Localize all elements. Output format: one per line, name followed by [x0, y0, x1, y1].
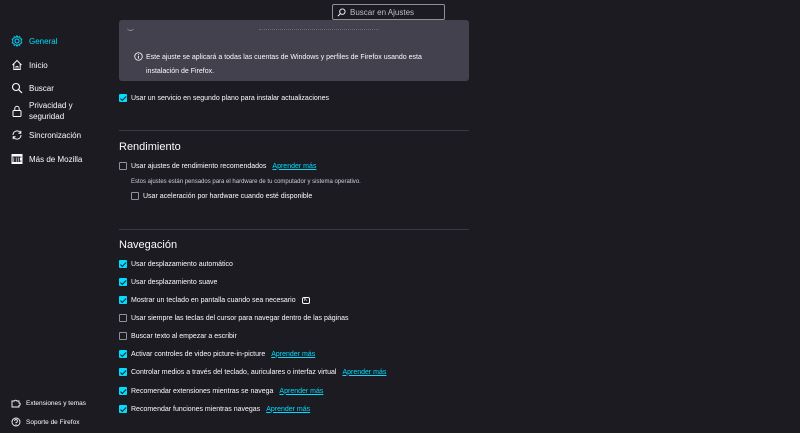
option-label: Buscar texto al empezar a escribir	[131, 332, 237, 340]
checkbox[interactable]	[119, 296, 127, 304]
sidebar-item-inicio[interactable]: Inicio	[11, 59, 48, 71]
sidebar-item-label: Más de Mozilla	[29, 154, 83, 164]
sidebar-item-label: Sincronización	[29, 130, 82, 140]
search-box[interactable]	[332, 4, 445, 20]
search-icon	[337, 7, 346, 16]
footer-label: Extensiones y temas	[26, 399, 86, 407]
option-label: Usar desplazamiento suave	[131, 278, 218, 286]
hw-accel-option[interactable]: Usar aceleración por hardware cuando est…	[131, 192, 312, 200]
divider	[119, 130, 469, 131]
checkbox[interactable]	[119, 368, 127, 376]
section-title-rendimiento: Rendimiento	[119, 141, 181, 153]
option-text-partial	[259, 26, 379, 30]
checkbox[interactable]	[119, 350, 127, 358]
info-icon	[134, 52, 143, 61]
puzzle-icon	[11, 399, 21, 408]
help-icon	[11, 417, 21, 427]
nav-option[interactable]: Usar desplazamiento automático	[119, 260, 233, 268]
keyboard-icon: K	[301, 296, 310, 304]
sidebar-item-label: Privacidad y seguridad	[29, 100, 73, 122]
recommended-performance-option[interactable]: Usar ajustes de rendimiento recomendados…	[119, 162, 316, 170]
nav-option[interactable]: Usar desplazamiento suave	[119, 278, 217, 286]
footer-label: Soporte de Firefox	[26, 418, 80, 426]
home-icon	[12, 59, 22, 70]
nav-option[interactable]: Activar controles de video picture-in-pi…	[119, 350, 315, 358]
option-label: Recomendar extensiones mientras se naveg…	[131, 387, 274, 395]
recommended-description: Estos ajustes están pensados para el har…	[131, 179, 361, 185]
nav-option[interactable]: Usar siempre las teclas del cursor para …	[119, 314, 349, 322]
checkbox[interactable]	[119, 162, 127, 170]
learn-more-link[interactable]: Aprender más	[266, 406, 310, 413]
sidebar-footer-extensiones[interactable]: Extensiones y temas	[11, 398, 86, 408]
background-service-option[interactable]: Usar un servicio en segundo plano para i…	[119, 94, 329, 102]
radio-partial[interactable]	[127, 26, 134, 31]
checkbox[interactable]	[119, 94, 127, 102]
checkbox[interactable]	[119, 260, 127, 268]
sidebar-item-buscar[interactable]: Buscar	[11, 82, 54, 94]
sidebar-item-label: Buscar	[29, 83, 54, 93]
option-label: Usar un servicio en segundo plano para i…	[131, 94, 330, 102]
option-label: Activar controles de video picture-in-pi…	[131, 350, 266, 358]
option-label: Mostrar un teclado en pantalla cuando se…	[131, 296, 296, 304]
search-icon	[11, 82, 23, 94]
sidebar-footer-soporte[interactable]: Soporte de Firefox	[11, 417, 79, 427]
checkbox[interactable]	[119, 314, 127, 322]
sidebar: General Inicio Buscar Privacidad y seguri…	[0, 0, 110, 433]
nav-option[interactable]: Recomendar extensiones mientras se naveg…	[119, 387, 323, 395]
learn-more-link[interactable]: Aprender más	[279, 388, 323, 395]
gear-icon	[11, 35, 23, 47]
option-label: Recomendar funciones mientras navegas	[131, 405, 261, 413]
learn-more-link[interactable]: Aprender más	[342, 369, 386, 376]
checkbox[interactable]	[119, 278, 127, 286]
checkbox[interactable]	[131, 192, 139, 200]
option-label: Usar desplazamiento automático	[131, 260, 233, 268]
sidebar-item-label: General	[29, 36, 58, 46]
checkbox[interactable]	[119, 387, 127, 395]
option-label: Usar siempre las teclas del cursor para …	[131, 314, 349, 322]
update-info-box: Este ajuste se aplicará a todas las cuen…	[119, 20, 469, 81]
lock-icon	[12, 105, 22, 117]
nav-option[interactable]: Mostrar un teclado en pantalla cuando se…	[119, 296, 310, 304]
sidebar-item-general[interactable]: General	[11, 35, 57, 47]
checkbox[interactable]	[119, 405, 127, 413]
learn-more-link[interactable]: Aprender más	[272, 163, 316, 170]
nav-option[interactable]: Buscar texto al empezar a escribir	[119, 332, 237, 340]
info-text: Este ajuste se aplicará a todas las cuen…	[146, 54, 422, 75]
sync-icon	[12, 130, 22, 140]
sidebar-item-label: Inicio	[29, 60, 48, 70]
nav-option[interactable]: Recomendar funciones mientras navegas Ap…	[119, 405, 310, 413]
option-label: Controlar medios a través del teclado, a…	[131, 368, 337, 376]
label-line-2: seguridad	[29, 112, 65, 121]
section-title-navegacion: Navegación	[119, 239, 178, 251]
checkbox[interactable]	[119, 332, 127, 340]
sidebar-item-sincronizacion[interactable]: Sincronización	[11, 129, 81, 141]
nav-option[interactable]: Controlar medios a través del teclado, a…	[119, 368, 386, 376]
sidebar-item-mozilla[interactable]: Más de Mozilla	[11, 153, 82, 165]
search-input[interactable]	[350, 7, 442, 17]
mozilla-icon	[11, 154, 23, 164]
sidebar-item-privacidad[interactable]: Privacidad y seguridad	[11, 100, 73, 122]
option-label: Usar ajustes de rendimiento recomendados	[131, 162, 267, 170]
divider	[119, 229, 469, 230]
label-line-1: Privacidad y	[29, 101, 73, 110]
learn-more-link[interactable]: Aprender más	[271, 351, 315, 358]
option-label: Usar aceleración por hardware cuando est…	[143, 192, 313, 200]
